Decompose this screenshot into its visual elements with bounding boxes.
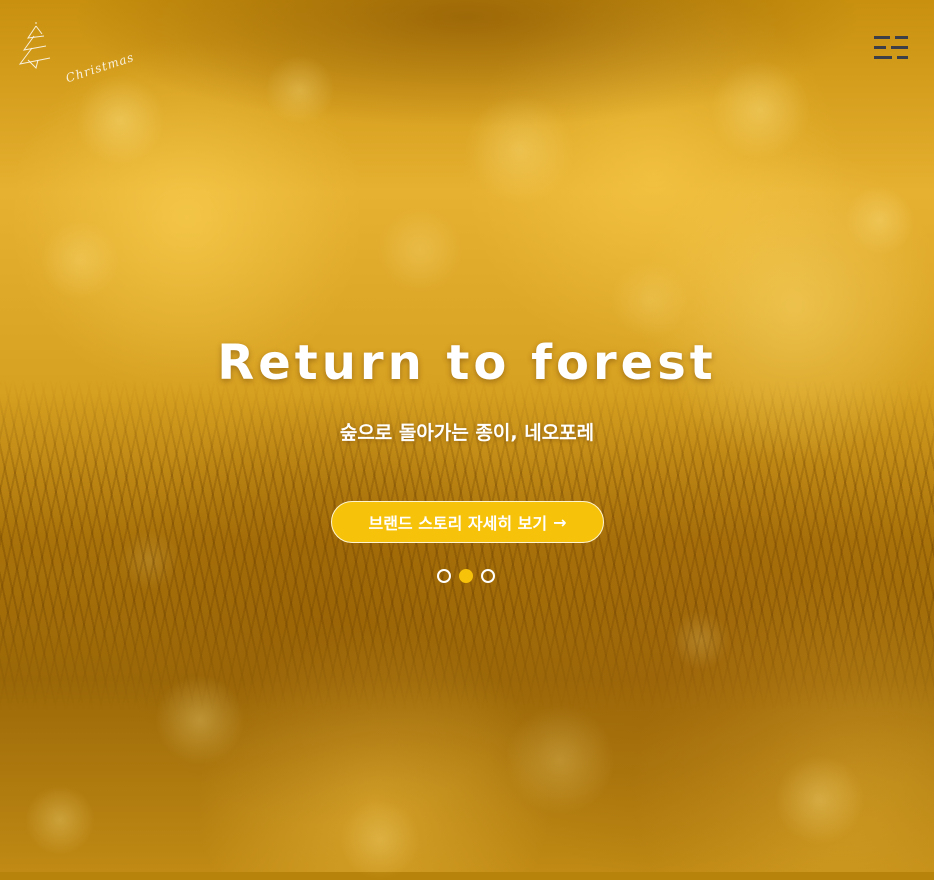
hero-title: Return to forest bbox=[217, 335, 717, 391]
logo[interactable]: Christmas bbox=[16, 20, 136, 90]
arrow-right-icon: → bbox=[553, 512, 567, 532]
hero-subtitle: 숲으로 돌아가는 종이, 네오포레 bbox=[339, 422, 595, 444]
cta-label: 브랜드 스토리 자세히 보기 bbox=[368, 514, 548, 533]
christmas-tree-icon bbox=[18, 22, 51, 69]
logo-text: Christmas bbox=[64, 50, 136, 86]
slide-dot-2[interactable] bbox=[459, 569, 473, 583]
slide-dot-1[interactable] bbox=[437, 569, 451, 583]
slide-dot-3[interactable] bbox=[481, 569, 495, 583]
brand-story-button[interactable]: 브랜드 스토리 자세히 보기 → bbox=[331, 501, 604, 543]
hamburger-menu-icon bbox=[874, 36, 908, 59]
hamburger-menu-button[interactable] bbox=[874, 34, 908, 62]
slider-pagination bbox=[437, 569, 495, 583]
